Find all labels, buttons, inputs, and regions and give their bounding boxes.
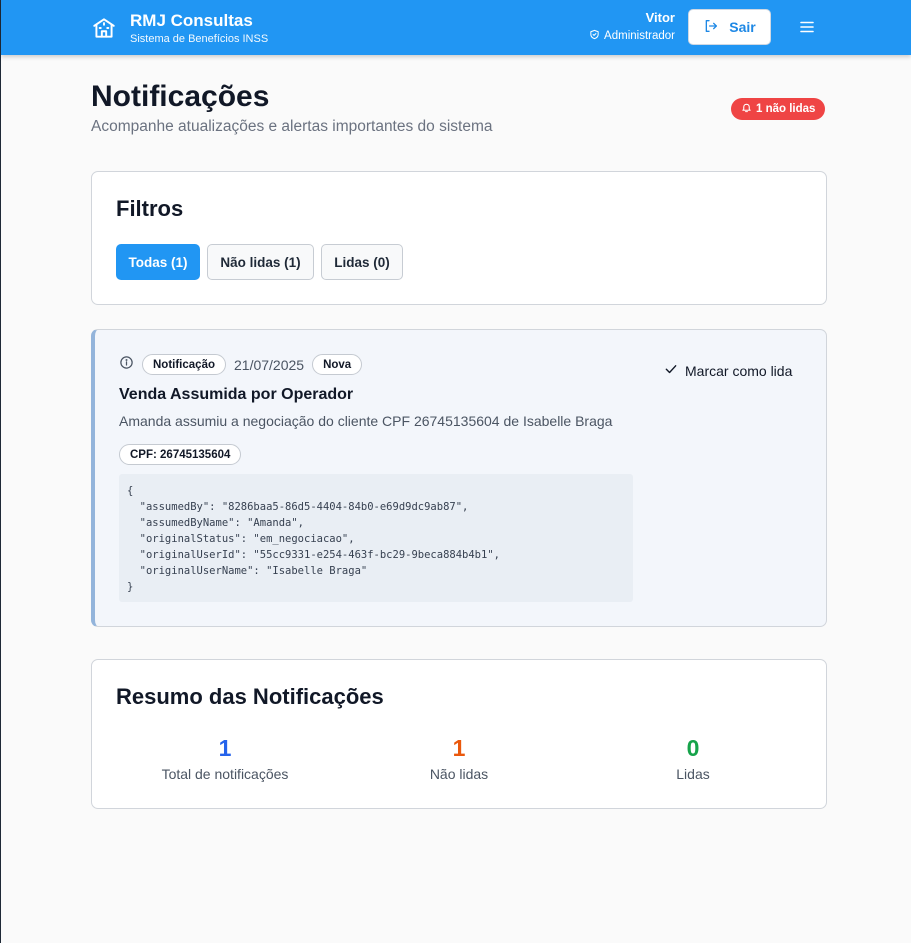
brand: RMJ Consultas Sistema de Benefícios INSS bbox=[130, 11, 268, 45]
summary-card: Resumo das Notificações 1 Total de notif… bbox=[91, 659, 827, 809]
notification-card: Notificação 21/07/2025 Nova Marcar como … bbox=[91, 329, 827, 627]
logout-button[interactable]: Sair bbox=[688, 9, 771, 45]
filters-card: Filtros Todas (1) Não lidas (1) Lidas (0… bbox=[91, 171, 827, 305]
notification-meta: Notificação 21/07/2025 Nova bbox=[119, 354, 363, 375]
stat-unread-value: 1 bbox=[452, 735, 466, 761]
user-info: Vitor Administrador bbox=[589, 10, 675, 43]
page-subtitle: Acompanhe atualizações e alertas importa… bbox=[91, 118, 493, 135]
filter-all-button[interactable]: Todas (1) bbox=[116, 244, 200, 280]
notification-type-badge: Notificação bbox=[142, 354, 226, 375]
top-bar: RMJ Consultas Sistema de Benefícios INSS… bbox=[1, 0, 911, 55]
building-icon bbox=[90, 14, 118, 42]
notification-json-details: { "assumedBy": "8286baa5-86d5-4404-84b0-… bbox=[119, 474, 633, 602]
stat-read: 0 Lidas bbox=[573, 734, 813, 782]
stat-read-value: 0 bbox=[686, 735, 700, 761]
mark-as-read-label: Marcar como lida bbox=[685, 362, 793, 379]
mark-as-read-button[interactable]: Marcar como lida bbox=[664, 362, 792, 379]
user-role: Administrador bbox=[589, 29, 675, 43]
filter-unread-button[interactable]: Não lidas (1) bbox=[207, 244, 314, 280]
user-role-label: Administrador bbox=[604, 30, 675, 42]
info-icon bbox=[119, 355, 134, 375]
brand-subtitle: Sistema de Benefícios INSS bbox=[130, 32, 269, 45]
shield-icon bbox=[589, 29, 600, 43]
stat-total-value: 1 bbox=[218, 735, 232, 761]
unread-count-badge: 1 não lidas bbox=[731, 98, 826, 120]
stat-unread: 1 Não lidas bbox=[339, 734, 579, 782]
logout-label: Sair bbox=[729, 19, 756, 35]
user-name: Vitor bbox=[645, 10, 675, 25]
notification-status-badge: Nova bbox=[312, 354, 363, 375]
unread-badge-label: 1 não lidas bbox=[756, 103, 816, 115]
notification-message: Amanda assumiu a negociação do cliente C… bbox=[119, 413, 613, 429]
page-title: Notificações bbox=[91, 80, 270, 113]
hamburger-menu-icon[interactable] bbox=[799, 19, 815, 35]
bell-icon bbox=[741, 102, 752, 116]
notification-date: 21/07/2025 bbox=[234, 356, 305, 373]
summary-title: Resumo das Notificações bbox=[116, 684, 384, 709]
brand-title: RMJ Consultas bbox=[130, 10, 253, 30]
stat-total: 1 Total de notificações bbox=[105, 734, 345, 782]
logout-icon bbox=[703, 18, 719, 37]
stat-unread-label: Não lidas bbox=[429, 766, 489, 782]
cpf-badge: CPF: 26745135604 bbox=[119, 444, 242, 465]
check-icon bbox=[664, 362, 678, 379]
filters-title: Filtros bbox=[116, 196, 184, 221]
stat-read-label: Lidas bbox=[676, 766, 710, 782]
filter-read-button[interactable]: Lidas (0) bbox=[321, 244, 403, 280]
stat-total-label: Total de notificações bbox=[161, 766, 289, 782]
notification-title: Venda Assumida por Operador bbox=[119, 386, 354, 403]
